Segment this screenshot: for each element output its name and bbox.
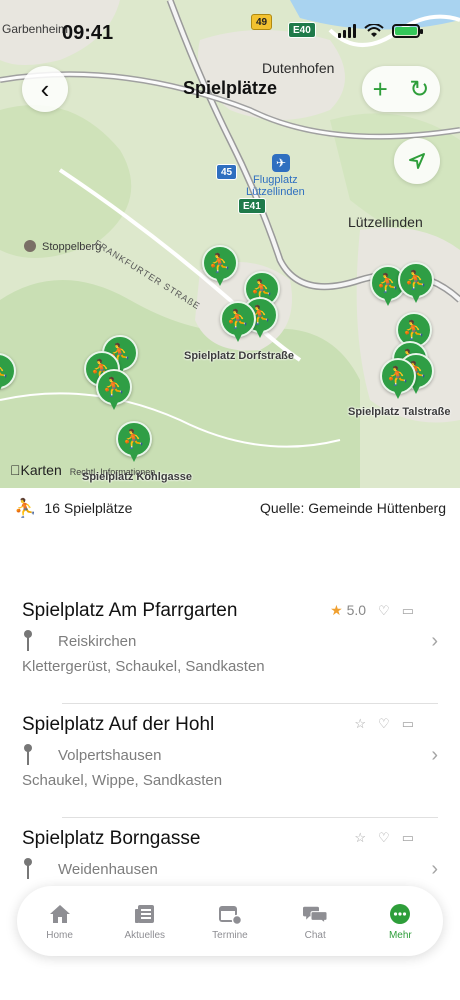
item-actions: ★ 5.0 ♡ ▭ [330,602,414,619]
playground-icon: ⛹ [14,497,37,518]
summary-count: ⛹ 16 Spielplätze [14,498,132,519]
list-item[interactable]: Spielplatz Am Pfarrgarten Reiskirchen Kl… [0,590,460,704]
tab-label: Chat [304,929,326,941]
place-garbenheim: Garbenheim [2,22,69,36]
route-shield-e41: E41 [238,198,266,214]
map-actions: + ↻ [362,66,440,112]
map-attribution: Karten Rechtl. Informationen [10,462,155,478]
playground-marker[interactable]: ⛹ [96,369,132,413]
calendar-icon [218,902,242,926]
airport-icon: ✈ [272,154,290,172]
rating-value: 5.0 [346,602,367,618]
tab-label: Home [46,929,73,941]
route-shield-e40: E40 [288,22,316,38]
apple-logo-icon:  [10,462,21,478]
chat-icon [303,902,328,926]
playground-marker[interactable]: ⛹ [202,245,238,289]
rating: ★ 5.0 [330,602,366,619]
playground-location: Volpertshausen [58,746,162,764]
star-filled-icon: ★ [330,602,343,618]
comment-icon[interactable]: ▭ [402,716,414,732]
mountain-icon [24,240,36,252]
legal-link[interactable]: Rechtl. Informationen [70,467,156,477]
playground-list: Spielplatz Am Pfarrgarten Reiskirchen Kl… [0,590,460,932]
news-icon [133,902,157,926]
item-actions: ☆ ♡ ▭ [354,716,414,732]
tab-bar: Home Aktuelles Termine Chat Mehr [17,886,443,956]
heart-icon[interactable]: ♡ [378,830,390,846]
playground-marker[interactable]: ⛹ [380,358,416,402]
marker-label-dorfstrasse: Spielplatz Dorfstraße [184,350,295,362]
route-shield-45: 45 [216,164,238,180]
wifi-icon [364,24,384,37]
playground-location: Reiskirchen [58,632,137,650]
playground-equipment: Schaukel, Wippe, Sandkasten [22,772,223,789]
heart-icon[interactable]: ♡ [378,603,390,619]
status-icons [338,24,423,38]
tab-label: Mehr [388,929,412,941]
star-outline-icon[interactable]: ☆ [354,716,366,732]
refresh-button[interactable]: ↻ [409,75,429,104]
chevron-right-icon: › [431,630,438,652]
playground-count: 16 Spielplätze [44,500,133,516]
heart-icon[interactable]: ♡ [378,716,390,732]
tab-termine[interactable]: Termine [195,902,265,941]
maps-brand: Karten [10,462,62,478]
place-dutenhofen: Dutenhofen [262,60,335,76]
playground-marker[interactable]: ⛹ [0,353,16,397]
comment-icon[interactable]: ▭ [402,830,414,846]
cellular-signal-icon [338,24,356,38]
playground-location: Weidenhausen [58,860,158,878]
playground-marker[interactable]: ⛹ [398,262,434,306]
chevron-right-icon: › [431,858,438,880]
more-icon [388,902,412,926]
place-stoppelberg: Stoppelberg [42,241,102,253]
status-time: 09:41 [62,22,114,44]
playground-marker[interactable]: ⛹ [220,301,256,345]
tab-chat[interactable]: Chat [280,902,350,941]
chevron-right-icon: › [431,744,438,766]
place-airport: Flugplatz Lützellinden [246,174,305,198]
home-icon [48,902,72,926]
comment-icon[interactable]: ▭ [402,603,414,619]
item-actions: ☆ ♡ ▭ [354,830,414,846]
location-pin-icon [22,858,34,880]
place-luetzellinden: Lützellinden [348,214,423,230]
data-source: Quelle: Gemeinde Hüttenberg [260,500,446,516]
add-button[interactable]: + [373,74,388,105]
tab-home[interactable]: Home [25,902,95,941]
location-pin-icon [22,630,34,652]
playground-marker[interactable]: ⛹ [116,421,152,465]
tab-label: Termine [212,929,248,941]
tab-aktuelles[interactable]: Aktuelles [110,902,180,941]
tab-label: Aktuelles [124,929,166,941]
marker-label-talstrasse: Spielplatz Talstraße [348,406,451,418]
playground-equipment: Klettergerüst, Schaukel, Sandkasten [22,658,265,675]
location-pin-icon [22,744,34,766]
list-item[interactable]: Spielplatz Auf der Hohl Volpertshausen S… [0,704,460,818]
route-shield-49: 49 [251,14,273,30]
star-outline-icon[interactable]: ☆ [354,830,366,846]
location-arrow-icon [409,153,425,169]
locate-button[interactable] [394,138,440,184]
battery-icon [392,24,423,38]
tab-mehr[interactable]: Mehr [365,902,435,941]
screen: Garbenheim Dutenhofen Lützellinden Stopp… [0,0,460,1000]
summary-bar: ⛹ 16 Spielplätze Quelle: Gemeinde Hütten… [0,488,460,528]
